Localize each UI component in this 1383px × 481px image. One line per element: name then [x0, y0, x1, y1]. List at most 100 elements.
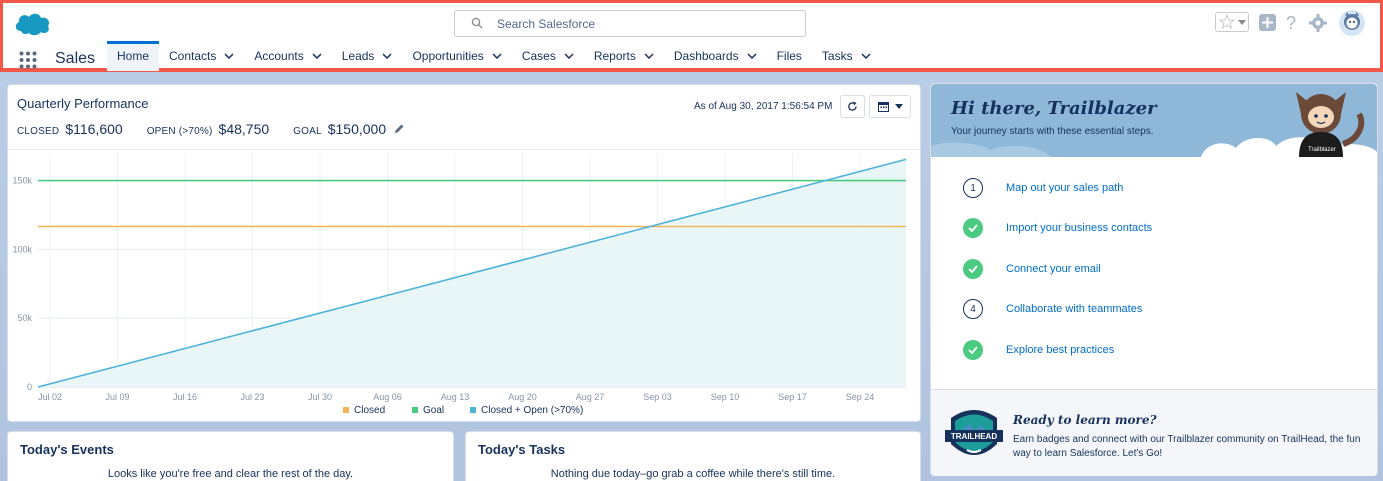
setup-step[interactable]: 4 Collaborate with teammates [963, 299, 1343, 321]
chevron-down-icon[interactable] [382, 53, 392, 59]
x-tick-label: Jul 02 [38, 392, 62, 402]
tab-opportunities[interactable]: Opportunities [402, 41, 511, 71]
footer-title: Ready to learn more? [1013, 413, 1157, 427]
open-label: OPEN (>70%) [146, 126, 213, 137]
tab-label: Reports [593, 49, 636, 63]
search-icon [471, 17, 483, 29]
x-tick-label: Jul 23 [240, 392, 264, 402]
setup-step[interactable]: Connect your email [963, 259, 1343, 281]
legend-swatch [470, 407, 476, 413]
chevron-down-icon[interactable] [224, 53, 234, 59]
open-value: $48,750 [218, 121, 270, 137]
x-tick-label: Jul 09 [105, 392, 129, 402]
tab-cases[interactable]: Cases [512, 41, 584, 71]
tab-files[interactable]: Files [767, 41, 812, 71]
refresh-button[interactable] [840, 95, 865, 118]
global-search[interactable]: Search Salesforce [454, 10, 806, 37]
y-tick-label: 150k [12, 176, 32, 186]
as-of-timestamp: As of Aug 30, 2017 1:56:54 PM [694, 101, 833, 112]
gear-icon[interactable] [1309, 14, 1327, 32]
chevron-down-icon [1238, 20, 1246, 25]
tab-home[interactable]: Home [107, 41, 160, 71]
y-tick-label: 100k [12, 244, 32, 254]
step-link[interactable]: Connect your email [1006, 263, 1101, 275]
x-tick-label: Aug 06 [373, 392, 402, 402]
footer-text: Earn badges and connect with our Trailbl… [1013, 434, 1361, 459]
trailhead-badge[interactable]: TRAILHEAD [943, 406, 1005, 464]
step-link[interactable]: Explore best practices [1006, 344, 1114, 356]
chevron-down-icon[interactable] [312, 53, 322, 59]
closed-value: $116,600 [65, 121, 123, 137]
legend-label: Closed [354, 405, 385, 416]
legend-swatch [343, 407, 349, 413]
legend-label: Goal [423, 405, 444, 416]
x-tick-label: Sep 24 [846, 392, 875, 402]
chevron-down-icon[interactable] [564, 53, 574, 59]
quarterly-performance-card: Quarterly Performance CLOSED $116,600 OP… [7, 84, 921, 422]
step-link[interactable]: Map out your sales path [1006, 182, 1123, 194]
y-tick-label: 0 [27, 382, 32, 392]
todays-tasks-card: Today's Tasks Nothing due today–go grab … [465, 431, 921, 481]
nav-tabs: Home Contacts Accounts Leads Opportuniti… [107, 41, 881, 71]
tab-contacts[interactable]: Contacts [159, 41, 244, 71]
trailblazer-subtitle: Your journey starts with these essential… [951, 126, 1154, 137]
x-tick-label: Aug 13 [441, 392, 470, 402]
legend-label: Closed + Open (>70%) [481, 405, 583, 416]
performance-chart: 0 50k 100k 150k Jul 02 Jul 09 Jul 16 Jul 23 Jul … [12, 153, 907, 416]
tab-label: Dashboards [673, 49, 739, 63]
step-number: 1 [963, 178, 983, 198]
setup-step[interactable]: Explore best practices [963, 340, 1343, 362]
empty-message: Nothing due today–go grab a coffee while… [550, 468, 836, 480]
trailblazer-title: Hi there, Trailblazer [951, 98, 1157, 119]
date-range-button[interactable] [869, 95, 911, 118]
chevron-down-icon[interactable] [644, 53, 654, 59]
navigation-bar: Sales Home Contacts Accounts Leads Oppor… [3, 41, 1380, 71]
step-link[interactable]: Import your business contacts [1006, 222, 1152, 234]
checkmark-icon [963, 340, 983, 360]
tab-label: Opportunities [412, 49, 484, 63]
goal-label: GOAL [293, 126, 322, 137]
plus-icon[interactable] [1259, 14, 1276, 31]
performance-metrics: CLOSED $116,600 OPEN (>70%) $48,750 GOAL… [17, 121, 405, 137]
trailhead-footer: TRAILHEAD Ready to learn more? Earn badg… [931, 389, 1377, 476]
x-tick-label: Sep 03 [643, 392, 672, 402]
x-tick-label: Sep 17 [778, 392, 807, 402]
refresh-icon [848, 101, 857, 111]
salesforce-logo[interactable] [13, 11, 51, 37]
setup-step[interactable]: Import your business contacts [963, 218, 1343, 240]
x-tick-label: Jul 30 [308, 392, 332, 402]
trailblazer-card: Hi there, Trailblazer Your journey start… [930, 83, 1378, 476]
tab-label: Tasks [821, 49, 853, 63]
calendar-icon [877, 102, 889, 112]
step-link[interactable]: Collaborate with teammates [1006, 303, 1142, 315]
tab-leads[interactable]: Leads [332, 41, 403, 71]
favorites-button[interactable] [1215, 12, 1249, 32]
divider [8, 149, 920, 150]
help-icon[interactable]: ? [1285, 13, 1299, 33]
setup-step[interactable]: 1 Map out your sales path [963, 178, 1343, 200]
tab-label: Contacts [169, 49, 217, 63]
chevron-down-icon[interactable] [492, 53, 502, 59]
y-tick-label: 50k [17, 313, 32, 323]
avatar[interactable] [1339, 10, 1365, 36]
app-launcher-icon[interactable] [19, 51, 37, 69]
tab-accounts[interactable]: Accounts [244, 41, 331, 71]
x-tick-label: Aug 20 [508, 392, 537, 402]
tab-tasks[interactable]: Tasks [812, 41, 881, 71]
goal-value: $150,000 [327, 121, 387, 137]
astro-mascot: Trailblazer [1296, 92, 1365, 157]
chevron-down-icon[interactable] [861, 53, 871, 59]
tab-reports[interactable]: Reports [584, 41, 664, 71]
closed-label: CLOSED [17, 126, 60, 137]
edit-pencil-icon[interactable] [394, 123, 405, 134]
tab-label: Home [117, 49, 150, 63]
star-icon [1218, 13, 1236, 30]
card-title: Quarterly Performance [17, 96, 149, 111]
svg-text:?: ? [1286, 13, 1296, 33]
checkmark-icon [963, 259, 983, 279]
chevron-down-icon[interactable] [747, 53, 757, 59]
mascot-shirt-text: Trailblazer [1308, 147, 1336, 153]
step-number: 4 [963, 299, 983, 319]
checkmark-icon [963, 218, 983, 238]
tab-dashboards[interactable]: Dashboards [664, 41, 767, 71]
